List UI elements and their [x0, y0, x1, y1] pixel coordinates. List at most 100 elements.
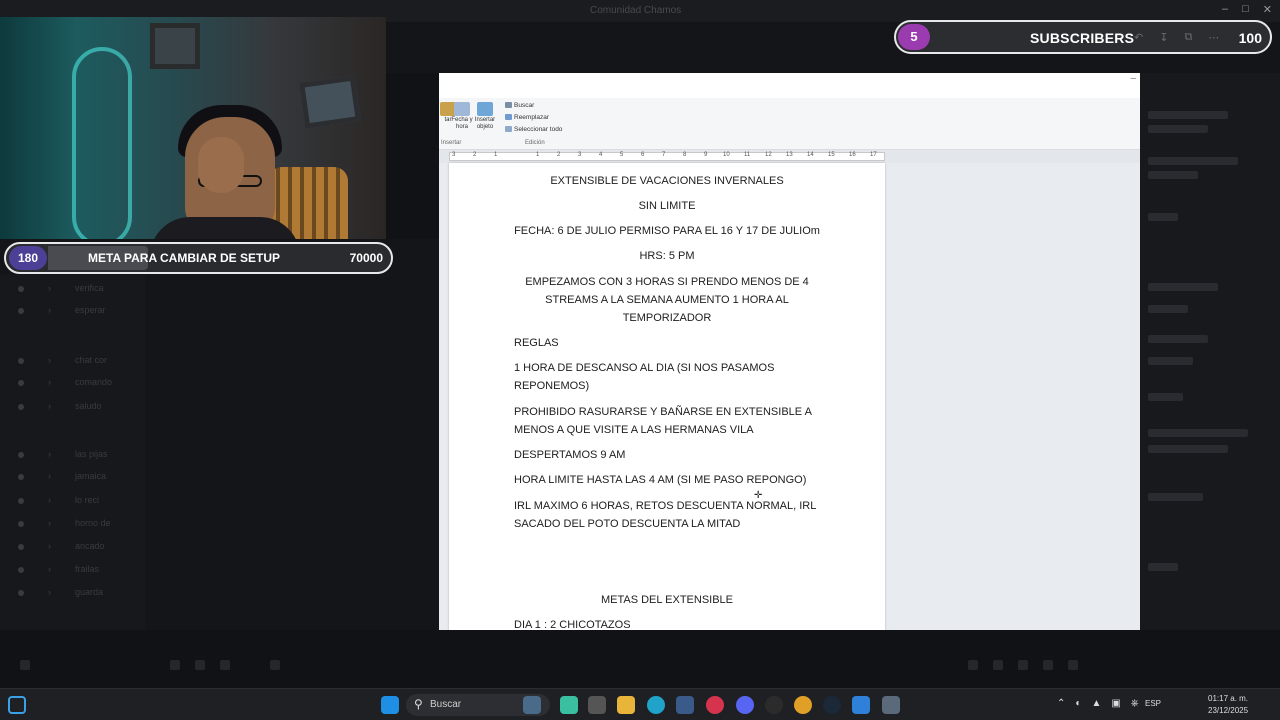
calendar-icon — [454, 102, 470, 116]
list-item: › horno de — [0, 518, 145, 530]
wordpad-titlebar: – — [439, 73, 1140, 98]
system-tray: ⌃ ◐ ▲ ▣ ⎈ — [1057, 698, 1139, 709]
binoculars-icon — [505, 102, 512, 109]
clock[interactable]: 01:17 a. m. 23/12/2025 — [1208, 693, 1248, 717]
list-item: › guarda — [0, 587, 145, 599]
doc-title: EXTENSIBLE DE VACACIONES INVERNALES — [550, 175, 784, 187]
wordpad-window: – tar Fecha y hora Insertar objeto Busca… — [439, 73, 1140, 630]
doc-rule: IRL MAXIMO 6 HORAS, RETOS DESCUENTA NORM… — [514, 500, 817, 512]
doc-goal-item: DIA 1 : 2 CHICOTAZOS — [514, 619, 631, 630]
taskbar: ⚲ Buscar ⌃ ◐ ▲ ▣ ⎈ ESP 01:17 a. m. 23/12… — [0, 688, 1280, 720]
obs-icon[interactable] — [765, 696, 783, 714]
notepad-icon[interactable] — [882, 696, 900, 714]
calculator-icon[interactable] — [676, 696, 694, 714]
select-all-icon — [505, 126, 512, 133]
webcam-feed — [0, 17, 386, 239]
list-item: › verifica — [0, 283, 145, 295]
usb-icon[interactable]: ⎈ — [1131, 698, 1139, 709]
windows-start-icon[interactable] — [381, 696, 399, 714]
right-chat-panel — [1140, 73, 1280, 630]
find-button[interactable]: Buscar — [505, 102, 534, 109]
mouse-cursor-icon: ✛ — [754, 490, 763, 501]
chrome-icon[interactable] — [794, 696, 812, 714]
goal-bar-setup: 180 META PARA CAMBIAR DE SETUP 70000 — [4, 242, 393, 274]
ribbon: tar Fecha y hora Insertar objeto Buscar … — [439, 98, 1140, 150]
object-icon — [477, 102, 493, 116]
list-item: › lo reci — [0, 495, 145, 507]
list-item: › chat cor — [0, 355, 145, 367]
replace-icon — [505, 114, 512, 121]
shield-icon[interactable]: ▣ — [1111, 698, 1120, 709]
language-indicator[interactable]: ESP — [1145, 699, 1161, 708]
wordpad-icon[interactable] — [852, 696, 870, 714]
close-icon[interactable]: ✕ — [1263, 3, 1272, 16]
subscriber-target: 100 — [1238, 30, 1262, 46]
list-item: › comando — [0, 377, 145, 389]
doc-intro-line: TEMPORIZADOR — [622, 312, 712, 324]
minimize-icon[interactable]: – — [1222, 3, 1228, 16]
desktop-icon[interactable] — [8, 696, 26, 714]
goal-target: 70000 — [349, 251, 383, 265]
doc-intro-line: EMPEZAMOS CON 3 HORAS SI PRENDO MENOS DE… — [525, 276, 809, 288]
subscriber-count-badge: 5 — [898, 24, 930, 50]
minimize-icon[interactable]: – — [1130, 73, 1136, 84]
group-label-edit: Edición — [525, 140, 545, 146]
doc-goals-heading: METAS DEL EXTENSIBLE — [600, 594, 734, 606]
list-item: › ancado — [0, 541, 145, 553]
chevron-up-icon[interactable]: ⌃ — [1057, 698, 1065, 709]
doc-date: FECHA: 6 DE JULIO PERMISO PARA EL 16 Y 1… — [514, 225, 820, 237]
doc-rule: SACADO DEL POTO DESCUENTA LA MITAD — [514, 518, 741, 530]
doc-hours: HRS: 5 PM — [639, 250, 695, 262]
download-icon[interactable]: ↧ — [1159, 31, 1168, 44]
more-icon[interactable]: ⋯ — [1208, 31, 1219, 44]
notification-icon[interactable]: ◐ — [1075, 698, 1081, 709]
maximize-icon[interactable]: □ — [1242, 3, 1249, 16]
replace-button[interactable]: Reemplazar — [505, 114, 549, 121]
opera-icon[interactable] — [706, 696, 724, 714]
insert-object-button[interactable]: Insertar objeto — [474, 102, 496, 131]
window-tools: ↶ ↧ ⧉ ⋯ — [1134, 31, 1219, 44]
document-page[interactable]: EXTENSIBLE DE VACACIONES INVERNALES SIN … — [449, 163, 885, 630]
group-label-insert: Insertar — [441, 140, 462, 146]
task-view-icon[interactable] — [523, 696, 541, 714]
doc-rule: PROHIBIDO RASURARSE Y BAÑARSE EN EXTENSI… — [514, 406, 812, 418]
background-area — [0, 630, 1280, 688]
copilot-icon[interactable] — [560, 696, 578, 714]
window-controls: – □ ✕ — [1222, 3, 1272, 16]
network-icon[interactable]: ▲ — [1091, 698, 1101, 709]
window-title: Comunidad Chamos — [590, 5, 682, 16]
list-item: › jamaica — [0, 471, 145, 483]
goal-label: META PARA CAMBIAR DE SETUP — [88, 251, 280, 265]
ruler-bar: 3 2 1 1 2 3 4 5 6 7 8 9 10 11 12 13 14 1… — [439, 150, 1140, 163]
doc-intro-line: STREAMS A LA SEMANA AUMENTO 1 HORA AL — [545, 294, 789, 306]
doc-subtitle: SIN LIMITE — [638, 200, 696, 212]
list-item: › esperar — [0, 305, 145, 317]
clock-date: 23/12/2025 — [1208, 706, 1249, 715]
discord-icon[interactable] — [736, 696, 754, 714]
steam-icon[interactable] — [823, 696, 841, 714]
goal-bar-subscribers: 5 SUBSCRIBERS ↶ ↧ ⧉ ⋯ 100 — [894, 20, 1272, 54]
ruler[interactable]: 3 2 1 1 2 3 4 5 6 7 8 9 10 11 12 13 14 1… — [449, 152, 885, 161]
doc-rule: HORA LIMITE HASTA LAS 4 AM (SI ME PASO R… — [514, 474, 807, 486]
edge-icon[interactable] — [647, 696, 665, 714]
files-app-icon[interactable] — [588, 696, 606, 714]
date-time-button[interactable]: Fecha y hora — [451, 102, 473, 131]
background-strip — [386, 73, 439, 239]
list-item: › frailas — [0, 564, 145, 576]
list-item: › saludo — [0, 401, 145, 413]
goal-count-badge: 180 — [9, 246, 47, 270]
list-item: › las pijas — [0, 449, 145, 461]
doc-rule: 1 HORA DE DESCANSO AL DIA (SI NOS PASAMO… — [514, 362, 775, 374]
search-placeholder: Buscar — [430, 699, 462, 710]
clock-time: 01:17 a. m. — [1208, 694, 1249, 703]
popout-icon[interactable]: ⧉ — [1184, 31, 1192, 44]
search-icon: ⚲ — [414, 697, 423, 711]
doc-rules-heading: REGLAS — [514, 337, 559, 349]
subscriber-label: SUBSCRIBERS — [1030, 30, 1135, 46]
select-all-button[interactable]: Seleccionar todo — [505, 126, 562, 133]
folder-icon[interactable] — [617, 696, 635, 714]
back-icon[interactable]: ↶ — [1134, 31, 1143, 44]
doc-rule: DESPERTAMOS 9 AM — [514, 449, 626, 461]
doc-rule: MENOS A QUE VISITE A LAS HERMANAS VILA — [514, 424, 754, 436]
doc-rule: REPONEMOS) — [514, 380, 590, 392]
